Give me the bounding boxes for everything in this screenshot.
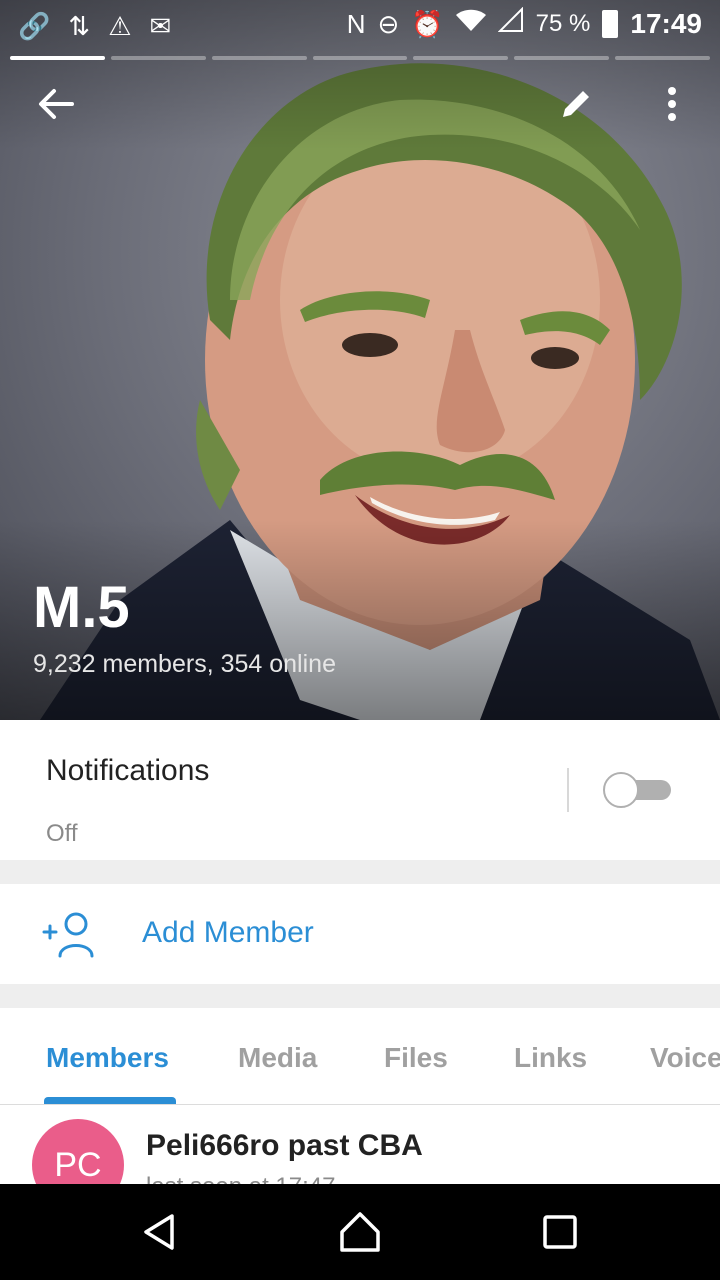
divider [567, 768, 569, 812]
story-segment [413, 56, 509, 60]
notifications-toggle[interactable] [603, 772, 671, 808]
sync-icon: ⇅ [68, 11, 91, 41]
navigation-bar [0, 1184, 720, 1280]
notifications-row[interactable]: Notifications Off [0, 720, 720, 860]
add-user-icon [42, 912, 94, 958]
home-circle-icon [340, 1212, 380, 1252]
member-name: Peli666ro past CBA [146, 1129, 423, 1162]
status-bar: 🔗 ⇅ ⚠ ✉ N ⊖ ⏰ 75 % 17:49 [0, 0, 720, 50]
add-member-label: Add Member [142, 916, 314, 949]
edit-button[interactable] [546, 76, 606, 132]
tab-files[interactable]: Files [384, 1042, 448, 1074]
story-segment [312, 56, 408, 60]
tab-indicator [44, 1097, 176, 1104]
section-gap [0, 984, 720, 1008]
nav-recents-button[interactable] [528, 1200, 592, 1264]
story-segment [110, 56, 206, 60]
battery-percent: 75 % [535, 10, 591, 37]
tab-links[interactable]: Links [514, 1042, 587, 1074]
warning-icon: ⚠ [108, 11, 132, 41]
tab-members[interactable]: Members [46, 1042, 169, 1074]
toggle-knob [603, 772, 639, 808]
back-button[interactable] [26, 76, 86, 132]
story-segment [10, 56, 105, 60]
nav-back-button[interactable] [128, 1200, 192, 1264]
section-gap [0, 860, 720, 884]
notifications-label: Notifications [46, 754, 210, 787]
signal-icon [497, 6, 524, 42]
more-options-button[interactable] [642, 76, 702, 132]
add-member-row[interactable]: Add Member [0, 884, 720, 984]
nfc-icon: N [346, 9, 366, 39]
avatar: PC [32, 1119, 124, 1185]
wifi-icon [455, 6, 486, 42]
alarm-icon: ⏰ [411, 9, 444, 39]
back-triangle-icon [144, 1214, 174, 1250]
story-segment [615, 56, 711, 60]
shared-media-tabs: Members Media Files Links Voice [0, 1008, 720, 1105]
battery-icon [602, 10, 619, 38]
notifications-value: Off [46, 820, 78, 847]
list-item[interactable]: PC Peli666ro past CBA last seen at 17:47 [0, 1105, 720, 1185]
back-arrow-icon [39, 89, 74, 119]
chat-title: M.5 [33, 575, 130, 640]
recents-square-icon [543, 1215, 577, 1249]
dnd-icon: ⊖ [377, 9, 400, 39]
story-progress [10, 56, 711, 60]
nav-home-button[interactable] [328, 1200, 392, 1264]
clock: 17:49 [630, 8, 702, 39]
tab-media[interactable]: Media [238, 1042, 317, 1074]
profile-header: 🔗 ⇅ ⚠ ✉ N ⊖ ⏰ 75 % 17:49 M.5 9,232 membe… [0, 0, 720, 720]
more-vert-icon [668, 87, 676, 121]
mail-icon: ✉ [149, 11, 172, 41]
member-count: 9,232 members, 354 online [33, 650, 336, 678]
pencil-icon [563, 91, 589, 117]
link-icon: 🔗 [18, 11, 51, 41]
story-segment [211, 56, 307, 60]
tab-voice[interactable]: Voice [650, 1042, 720, 1074]
story-segment [514, 56, 610, 60]
